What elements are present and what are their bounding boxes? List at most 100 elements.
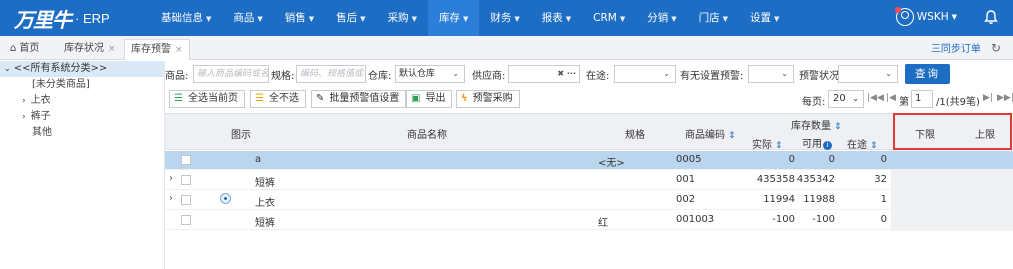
col-in-transit[interactable]: 在途 ⇕ <box>847 136 878 151</box>
warehouse-select[interactable]: 默认仓库 ⌄ <box>395 65 465 83</box>
user-menu[interactable]: WSKH ▼ <box>894 7 957 26</box>
per-page-label: 每页: <box>802 97 826 108</box>
chevron-down-icon: ⌄ <box>885 69 892 78</box>
row-checkbox[interactable] <box>181 215 191 225</box>
spec-search-input[interactable]: 编码、规格值或名称 <box>296 65 366 83</box>
menu-item-settings[interactable]: 设置 ▼ <box>739 0 790 36</box>
chevron-down-icon: ▼ <box>671 15 677 23</box>
tab-stock-alert[interactable]: 库存预警 × <box>124 39 190 60</box>
product-image-icon[interactable] <box>220 193 231 204</box>
col-name: 商品名称 <box>407 130 447 141</box>
last-page-icon[interactable]: ▶▶| <box>997 93 1013 103</box>
product-search-input[interactable]: 输入商品编码或名称 <box>193 65 269 83</box>
has-alert-select[interactable]: ⌄ <box>748 65 794 83</box>
menu-item-finance[interactable]: 财务 ▼ <box>479 0 530 36</box>
chevron-right-icon[interactable]: › <box>169 173 173 184</box>
chevron-right-icon[interactable]: › <box>22 96 26 106</box>
in-transit-select[interactable]: ⌄ <box>614 65 676 83</box>
chevron-down-icon: ▼ <box>411 15 417 23</box>
chevron-down-icon: ▼ <box>360 15 366 23</box>
cell-name: 短裤 <box>255 218 275 229</box>
row-checkbox[interactable] <box>181 155 191 165</box>
tree-root[interactable]: ⌄ <<所有系统分类>> <box>0 61 164 77</box>
chevron-down-icon: ▼ <box>951 13 957 21</box>
menu-item-basic-info[interactable]: 基础信息 ▼ <box>150 0 222 36</box>
sort-icon[interactable]: ⇕ <box>870 141 878 151</box>
supplier-label: 供应商: <box>472 71 506 82</box>
chevron-down-icon: ▼ <box>773 15 780 23</box>
pencil-icon: ✎ <box>316 93 325 104</box>
first-page-icon[interactable]: |◀◀ <box>867 93 884 103</box>
menu-item-sales[interactable]: 销售 ▼ <box>274 0 325 36</box>
supplier-select[interactable]: ✖ ··· <box>508 65 580 83</box>
tree-item-other[interactable]: 其他 <box>0 125 164 141</box>
export-button[interactable]: ▣ 导出 <box>406 90 453 108</box>
info-icon[interactable]: i <box>823 141 832 150</box>
col-actual[interactable]: 实际 ⇕ <box>752 136 783 151</box>
chevron-right-icon[interactable]: › <box>169 193 173 204</box>
menu-item-reports[interactable]: 报表 ▼ <box>531 0 582 36</box>
menu-item-purchase[interactable]: 采购 ▼ <box>377 0 428 36</box>
sort-icon[interactable]: ⇕ <box>728 131 736 141</box>
menu-item-after-sales[interactable]: 售后 ▼ <box>325 0 376 36</box>
bell-icon[interactable] <box>983 9 999 25</box>
product-label: 商品: <box>165 71 189 82</box>
deselect-all-button[interactable]: ☰ 全不选 <box>250 90 306 108</box>
chevron-down-icon: ▼ <box>565 15 572 23</box>
cell-code: 0005 <box>676 154 702 165</box>
clear-and-more-icon[interactable]: ✖ ··· <box>557 66 576 82</box>
tree-item-uncategorized[interactable]: [未分类商品] <box>0 77 164 93</box>
chevron-right-icon[interactable]: › <box>22 112 26 122</box>
table-row[interactable]: 短裤 红 001003 -100 -100 0 <box>165 211 891 230</box>
table-row[interactable]: a <无> 0005 0 0 0 <box>165 151 1013 170</box>
sort-icon[interactable]: ⇕ <box>775 141 783 151</box>
col-stock-qty[interactable]: 库存数量 ⇕ <box>791 117 842 132</box>
row-checkbox[interactable] <box>181 195 191 205</box>
alert-status-select[interactable]: ⌄ <box>838 65 898 83</box>
refresh-icon[interactable]: ↻ <box>991 41 1001 55</box>
next-page-icon[interactable]: ▶| <box>983 93 993 103</box>
menu-item-products[interactable]: 商品 ▼ <box>222 0 273 36</box>
close-icon[interactable]: × <box>175 45 183 55</box>
tab-home[interactable]: ⌂ 首页 <box>10 39 39 60</box>
page-input[interactable]: 1 <box>911 90 933 108</box>
table-row[interactable]: › 短裤 001 435358 435342 32 <box>165 171 891 190</box>
tree-item-pants[interactable]: › 裤子 <box>0 109 164 125</box>
row-checkbox[interactable] <box>181 175 191 185</box>
table-header: 图示 商品名称 规格 商品编码 ⇕ 库存数量 ⇕ 实际 ⇕ 可用 i 在途 ⇕ 下限 上限 <box>165 113 1013 151</box>
limit-columns-highlight <box>893 113 1012 150</box>
batch-alert-setting-button[interactable]: ✎ 批量预警值设置 <box>311 90 407 108</box>
col-available[interactable]: 可用 i <box>802 135 832 150</box>
select-current-page-button[interactable]: ☰ 全选当前页 <box>169 90 245 108</box>
cell-in-transit: 1 <box>880 194 887 205</box>
menu-item-distribution[interactable]: 分销 ▼ <box>636 0 687 36</box>
table-row[interactable]: › 上衣 002 11994 11988 1 <box>165 191 891 210</box>
home-icon: ⌂ <box>10 43 17 54</box>
cell-in-transit: 0 <box>880 154 887 165</box>
cell-available: 0 <box>828 154 835 165</box>
col-picture: 图示 <box>231 130 251 141</box>
menu-item-crm[interactable]: CRM ▼ <box>582 0 636 36</box>
sync-orders-link[interactable]: 三同步订单 <box>931 40 981 55</box>
cell-available: 435342 <box>796 174 835 185</box>
cell-in-transit: 0 <box>880 214 887 225</box>
sort-icon[interactable]: ⇕ <box>834 122 842 132</box>
prev-page-icon[interactable]: |◀ <box>886 93 896 103</box>
tab-stock-status[interactable]: 库存状况 × <box>64 39 116 60</box>
alert-purchase-button[interactable]: ϟ 预警采购 <box>456 90 520 108</box>
tree-item-tops[interactable]: › 上衣 <box>0 93 164 109</box>
per-page-select[interactable]: 20 ⌄ <box>828 90 864 108</box>
page-tab-bar: ⌂ 首页 库存状况 × 库存预警 × <box>0 36 1013 60</box>
cell-name: 短裤 <box>255 178 275 189</box>
logo-mark: 万里牛 <box>14 7 72 32</box>
menu-item-stores[interactable]: 门店 ▼ <box>688 0 739 36</box>
app-logo[interactable]: 万里牛 · ERP <box>14 4 110 32</box>
cell-available: -100 <box>812 214 835 225</box>
cell-code: 001003 <box>676 214 715 225</box>
col-code[interactable]: 商品编码 ⇕ <box>685 126 736 141</box>
chevron-down-icon: ▼ <box>722 15 728 23</box>
query-button[interactable]: 查询 <box>905 64 950 84</box>
menu-item-inventory[interactable]: 库存 ▼ <box>427 0 480 36</box>
close-icon[interactable]: × <box>108 44 116 54</box>
category-tree: ⌄ <<所有系统分类>> [未分类商品] › 上衣 › 裤子 其他 <box>0 61 165 269</box>
